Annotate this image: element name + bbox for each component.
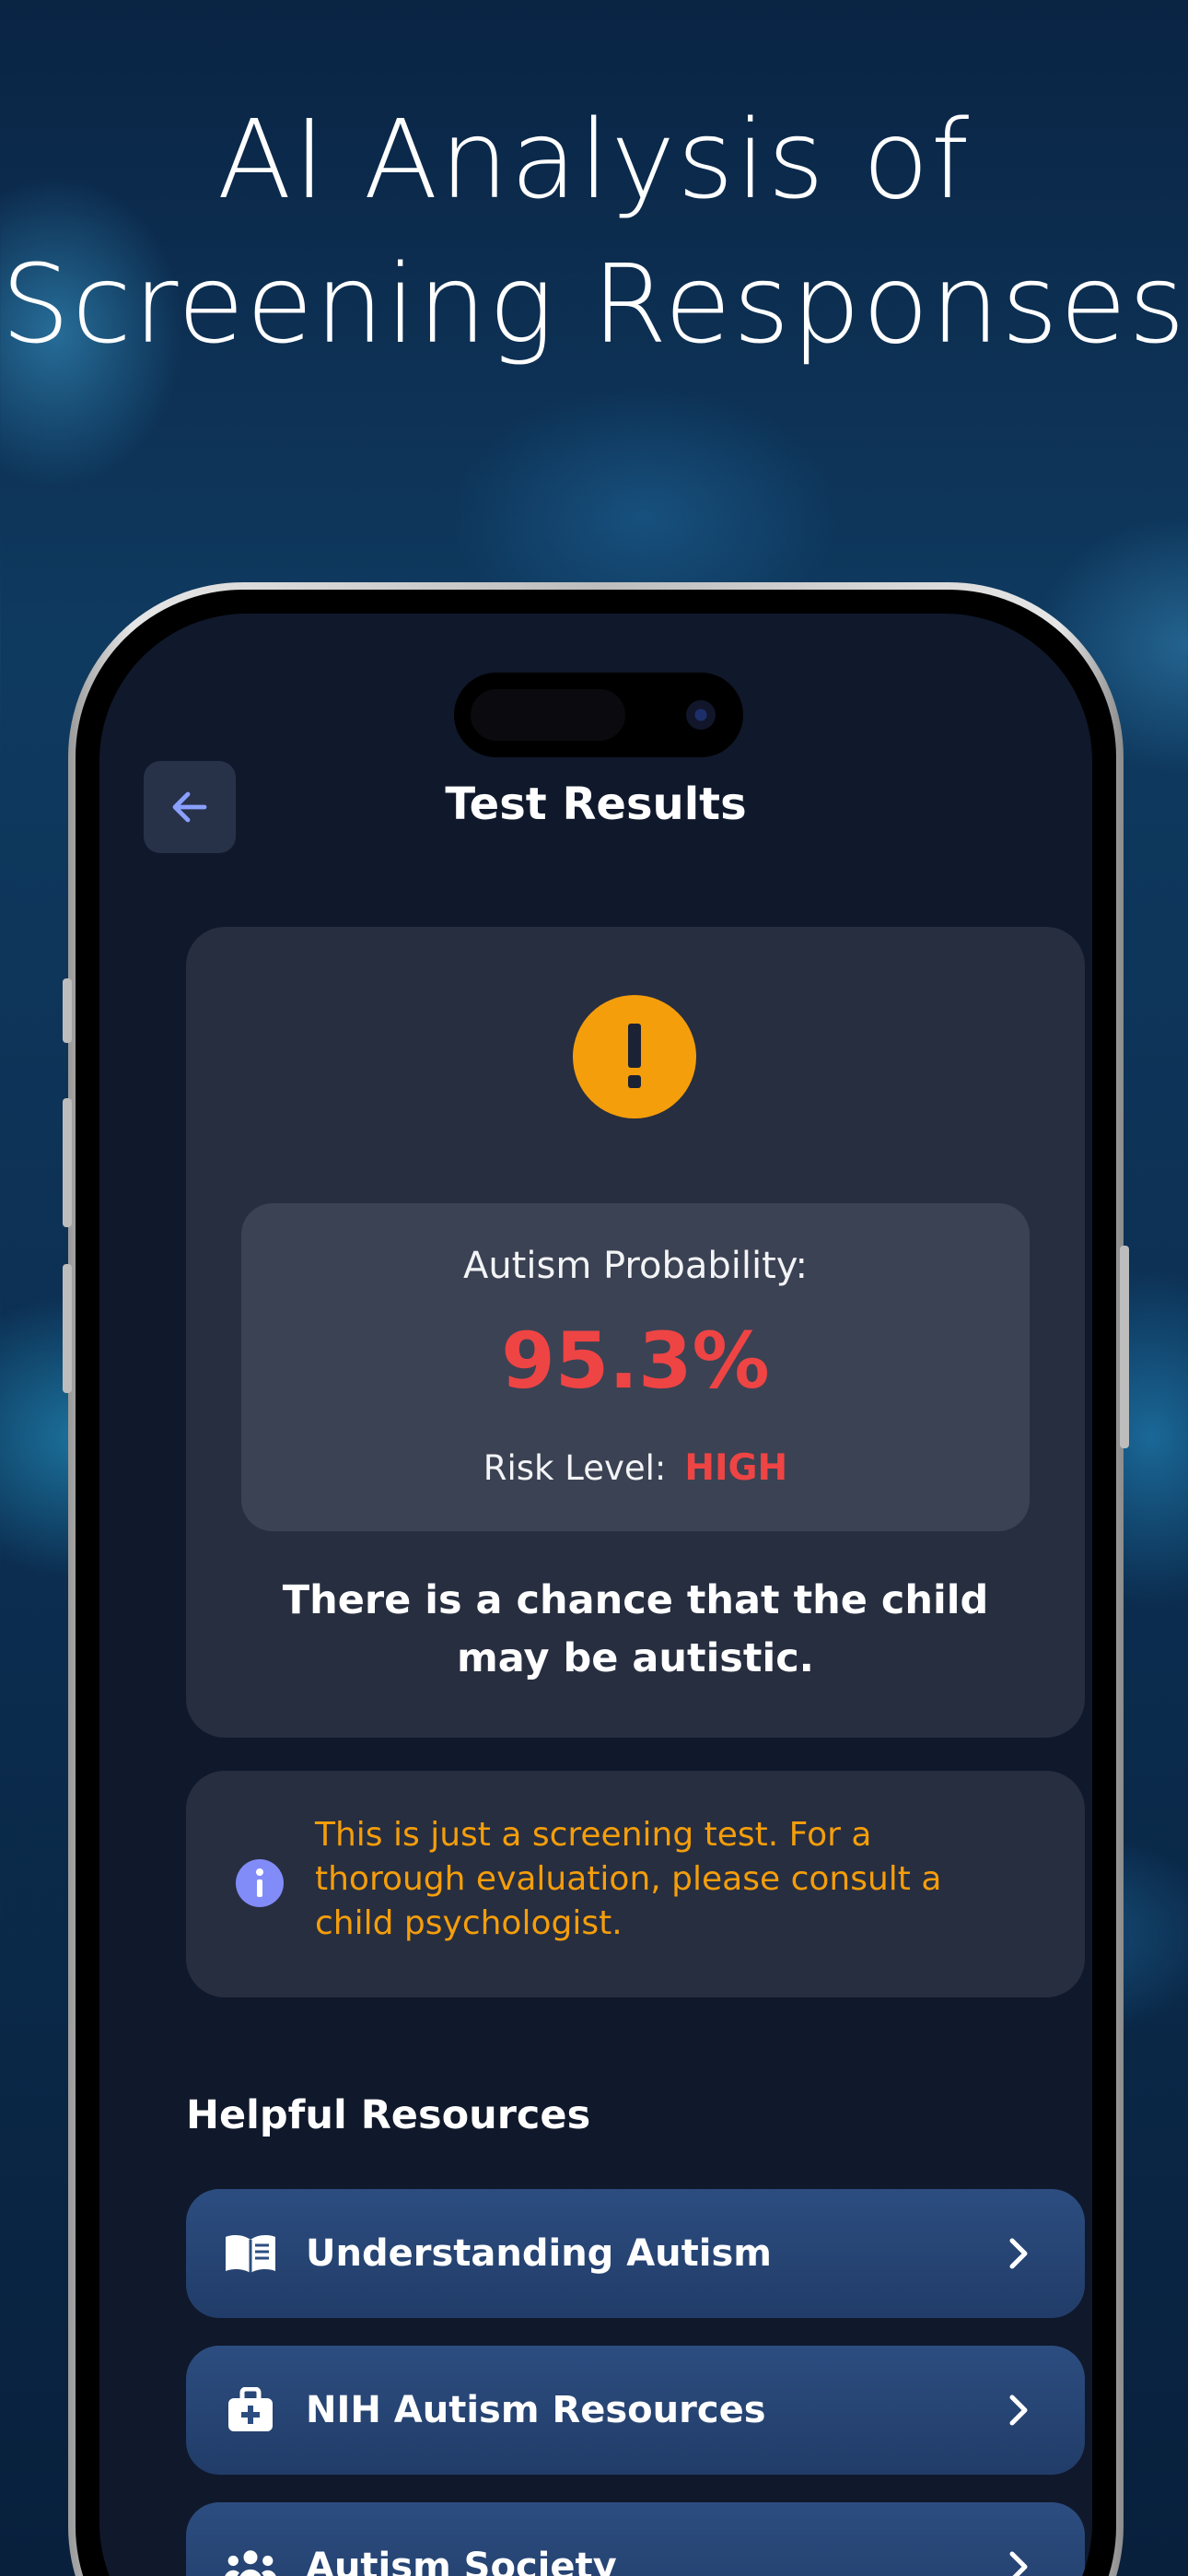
app-screen: Test Results Autism Probability: 95.3% R… <box>99 614 1092 2576</box>
phone-frame: Test Results Autism Probability: 95.3% R… <box>63 582 1129 2576</box>
probability-box: Autism Probability: 95.3% Risk Level: HIG… <box>241 1203 1030 1531</box>
dynamic-island <box>454 673 743 757</box>
resources-heading: Helpful Resources <box>186 2092 591 2138</box>
medical-kit-icon <box>223 2384 278 2436</box>
resource-label: Autism Society <box>306 2546 617 2576</box>
people-group-icon <box>223 2541 278 2576</box>
probability-value: 95.3% <box>501 1316 770 1406</box>
phone-power-button <box>1120 1246 1129 1448</box>
page-title: Test Results <box>445 779 747 830</box>
phone-volume-down <box>63 1264 72 1393</box>
risk-level-row: Risk Level: HIGH <box>241 1445 1030 1493</box>
risk-level-badge: HIGH <box>684 1447 788 1489</box>
disclaimer-text: This is just a screening test. For a tho… <box>315 1816 942 1942</box>
risk-level-label: Risk Level: <box>483 1448 667 1488</box>
phone-volume-up <box>63 1098 72 1227</box>
result-card: Autism Probability: 95.3% Risk Level: HIG… <box>186 927 1085 1738</box>
book-open-icon <box>223 2228 278 2279</box>
resource-autism-society[interactable]: Autism Society <box>186 2502 1085 2576</box>
chevron-right-icon <box>998 2547 1039 2576</box>
exclamation-circle-icon <box>573 995 696 1118</box>
phone-side-button <box>63 978 72 1043</box>
resource-label: Understanding Autism <box>306 2232 772 2275</box>
disclaimer-card: This is just a screening test. For a tho… <box>186 1771 1085 1997</box>
resource-understanding-autism[interactable]: Understanding Autism <box>186 2189 1085 2318</box>
marketing-headline: AI Analysis of Screening Responses <box>1 96 1187 368</box>
resource-nih-autism[interactable]: NIH Autism Resources <box>186 2346 1085 2475</box>
result-message: There is a chance that the child may be … <box>282 1577 989 1681</box>
chevron-right-icon <box>998 2233 1039 2274</box>
resource-label: NIH Autism Resources <box>306 2389 766 2431</box>
probability-label: Autism Probability: <box>462 1245 809 1287</box>
chevron-right-icon <box>998 2390 1039 2430</box>
camera-icon <box>686 700 716 730</box>
info-icon <box>236 1859 284 1907</box>
